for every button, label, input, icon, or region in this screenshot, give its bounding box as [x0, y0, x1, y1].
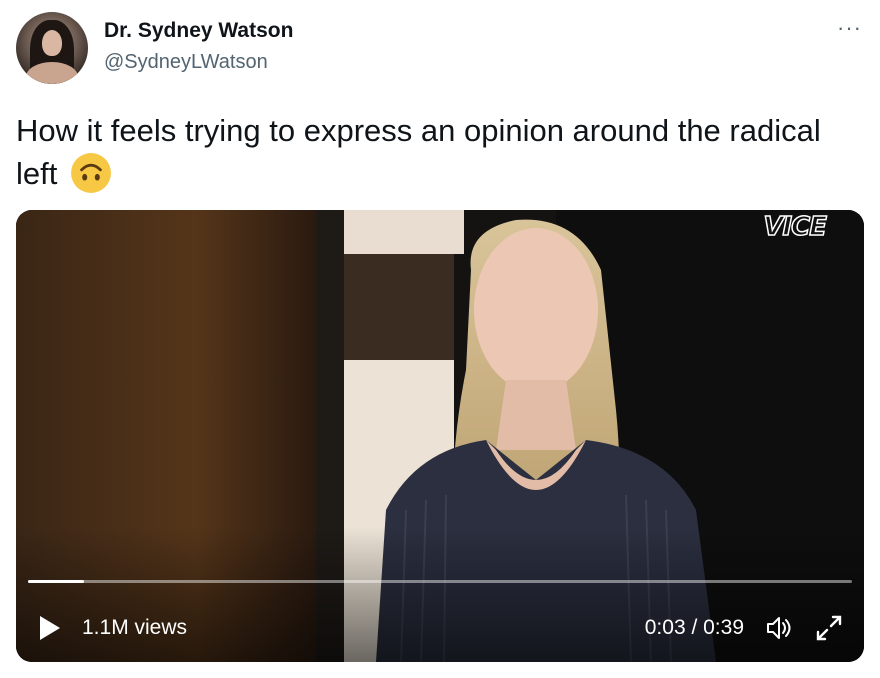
- avatar-shoulder: [26, 62, 78, 84]
- video-progress-fill: [28, 580, 85, 583]
- video-time: 0:03 / 0:39: [644, 616, 744, 639]
- view-count: 1.1M views: [82, 616, 188, 639]
- video-progress-bar[interactable]: [28, 580, 852, 583]
- avatar[interactable]: [16, 12, 88, 84]
- video-player[interactable]: VICE 1.1M views 0:03 / 0:39: [16, 210, 864, 662]
- tweet-text: How it feels trying to express an opinio…: [16, 110, 856, 195]
- vice-watermark: VICE: [763, 211, 828, 243]
- tweet-text-body: How it feels trying to express an opinio…: [16, 113, 821, 191]
- play-icon[interactable]: [38, 614, 62, 642]
- volume-icon[interactable]: [764, 613, 794, 643]
- author-handle[interactable]: @SydneyLWatson: [104, 51, 268, 74]
- more-icon[interactable]: ···: [837, 17, 862, 39]
- upside-down-face-icon: [71, 153, 111, 193]
- fullscreen-icon[interactable]: [814, 613, 844, 643]
- author-display-name[interactable]: Dr. Sydney Watson: [104, 19, 293, 43]
- avatar-face: [42, 30, 62, 56]
- video-frame: [16, 210, 864, 662]
